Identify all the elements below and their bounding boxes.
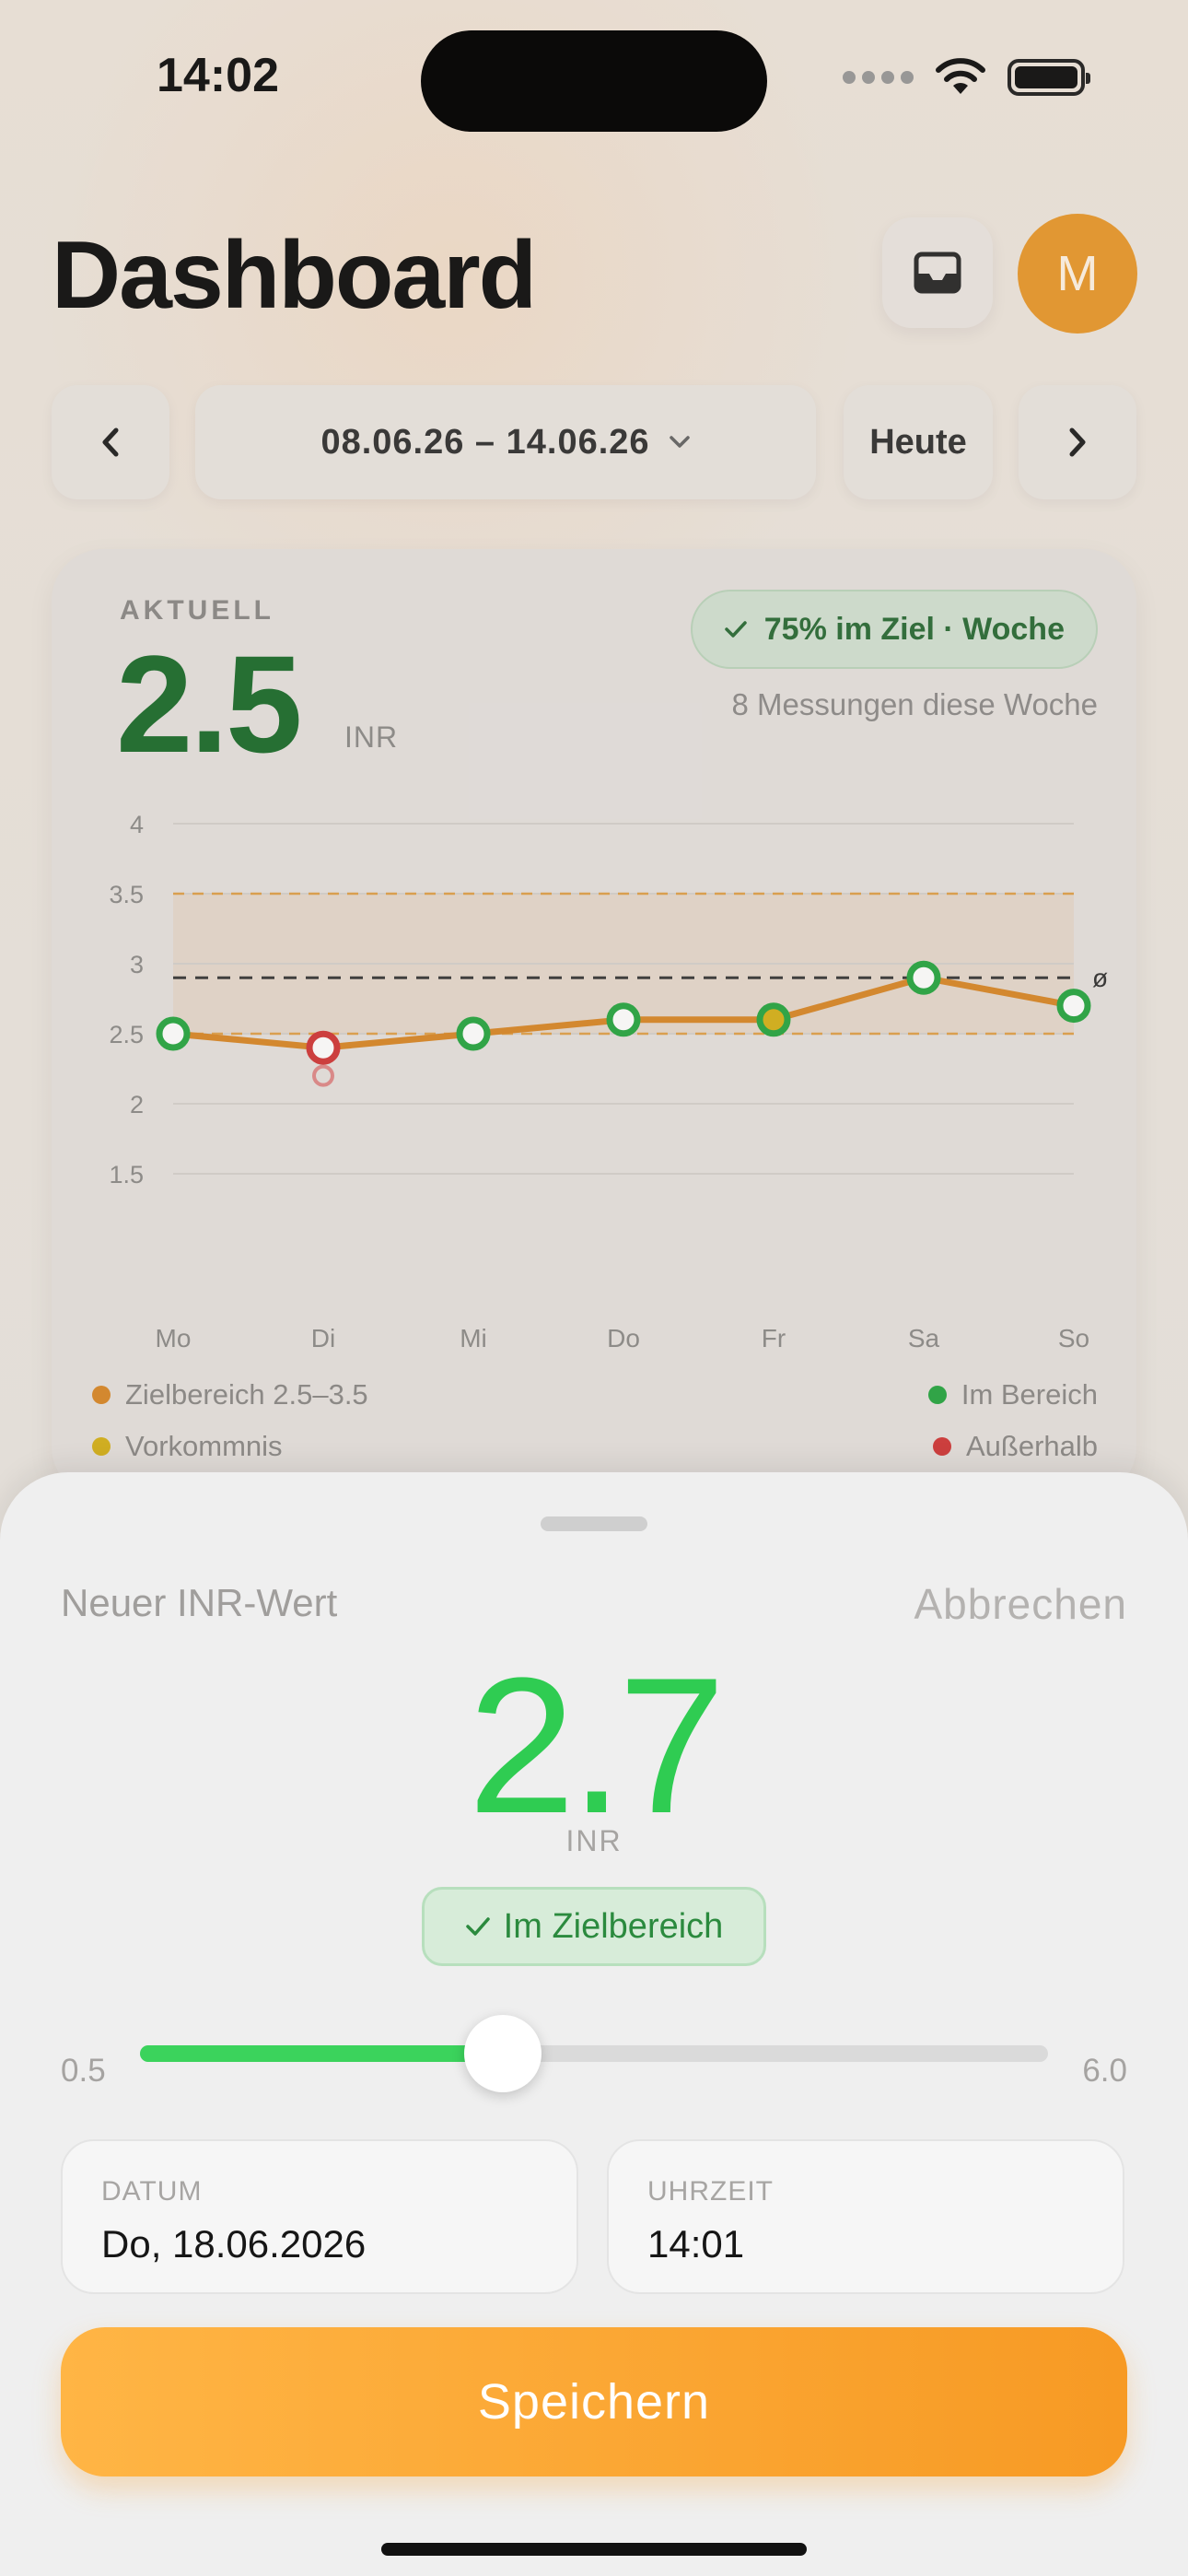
new-inr-sheet: Neuer INR-Wert Abbrechen 2.7 INR Im Ziel… — [0, 1472, 1188, 2576]
save-button[interactable]: Speichern — [61, 2327, 1127, 2476]
target-status-badge: Im Zielbereich — [422, 1887, 766, 1966]
inr-input-unit: INR — [565, 1824, 623, 1857]
sheet-grabber[interactable] — [541, 1516, 647, 1531]
inr-slider[interactable] — [140, 2015, 1048, 2092]
checkmark-icon — [465, 1917, 490, 1936]
slider-max-label: 6.0 — [1082, 2053, 1127, 2089]
sheet-title: Neuer INR-Wert — [61, 1581, 338, 1624]
slider-fill — [140, 2045, 504, 2062]
time-label: UHRZEIT — [647, 2176, 774, 2207]
target-status-label: Im Zielbereich — [503, 1906, 724, 1946]
home-indicator — [381, 2543, 807, 2556]
time-value: 14:01 — [647, 2222, 745, 2266]
date-value: Do, 18.06.2026 — [101, 2222, 367, 2266]
time-field[interactable]: UHRZEIT 14:01 — [607, 2139, 1124, 2294]
slider-min-label: 0.5 — [61, 2053, 106, 2089]
dashboard-screen: 14:02 Dashboard M 08.06.26 – 14.06.26 He… — [0, 0, 1188, 2576]
inr-input-value: 2.7 — [468, 1637, 726, 1854]
cancel-button[interactable]: Abbrechen — [914, 1579, 1128, 1629]
date-label: DATUM — [101, 2176, 203, 2207]
date-field[interactable]: DATUM Do, 18.06.2026 — [61, 2139, 578, 2294]
slider-thumb[interactable] — [464, 2015, 542, 2092]
